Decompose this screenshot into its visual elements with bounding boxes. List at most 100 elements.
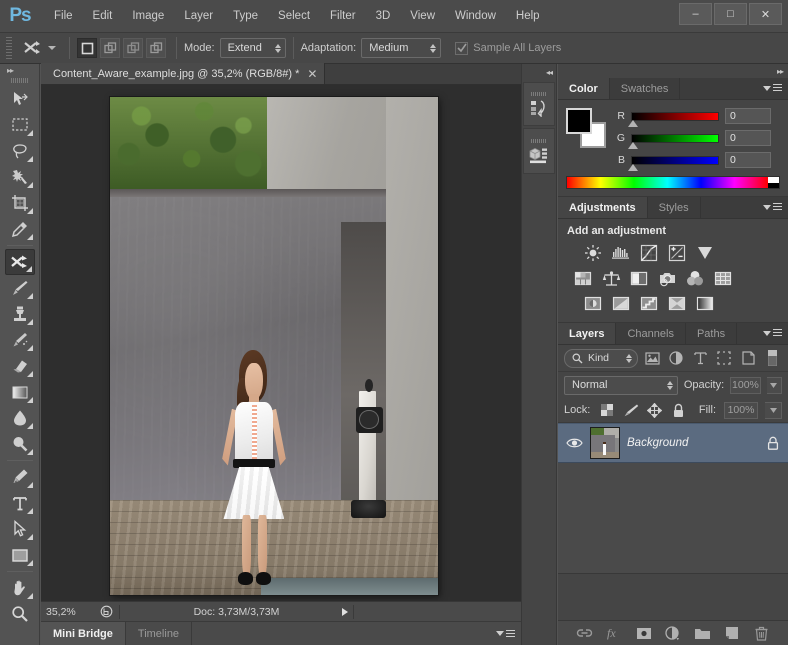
rectangle-tool[interactable] (5, 542, 35, 568)
menu-window[interactable]: Window (445, 6, 506, 26)
content-aware-move-tool-icon[interactable] (20, 36, 46, 60)
blue-slider[interactable] (628, 155, 719, 171)
tools-collapse-button[interactable]: ▸▸ (0, 64, 39, 76)
blue-value-field[interactable]: 0 (725, 152, 771, 168)
curves-icon[interactable] (639, 243, 659, 263)
opacity-dropdown-button[interactable] (766, 376, 782, 394)
layer-filter-toggle[interactable] (762, 349, 782, 368)
slider-thumb[interactable] (628, 119, 638, 127)
new-layer-icon[interactable] (722, 623, 742, 643)
hue-ramp[interactable] (567, 177, 768, 188)
blend-mode-select[interactable]: Normal (564, 375, 678, 395)
photo-filter-icon[interactable] (657, 268, 677, 288)
posterize-icon[interactable] (611, 293, 631, 313)
threshold-icon[interactable] (639, 293, 659, 313)
layer-style-fx-icon[interactable]: fx (604, 623, 624, 643)
menu-filter[interactable]: Filter (320, 6, 366, 26)
menu-edit[interactable]: Edit (83, 6, 123, 26)
path-selection-tool[interactable] (5, 516, 35, 542)
eraser-tool[interactable] (5, 353, 35, 379)
zoom-tool[interactable] (5, 601, 35, 627)
color-spectrum-ramp[interactable] (566, 176, 780, 189)
tab-mini-bridge[interactable]: Mini Bridge (41, 621, 126, 645)
mode-select[interactable]: Extend (219, 38, 286, 58)
eyedropper-tool[interactable] (5, 216, 35, 242)
adjustments-panel-menu-button[interactable] (763, 203, 782, 211)
green-slider[interactable] (628, 133, 719, 149)
close-button[interactable]: ✕ (749, 3, 782, 25)
lock-image-pixels-icon[interactable] (622, 402, 639, 419)
menu-type[interactable]: Type (223, 6, 268, 26)
layer-filter-kind-select[interactable]: Kind (564, 348, 638, 368)
filter-adjustment-icon[interactable] (666, 349, 686, 368)
fill-dropdown-button[interactable] (765, 401, 782, 419)
move-tool[interactable] (5, 86, 35, 112)
add-to-selection-button[interactable] (100, 38, 120, 58)
layer-list[interactable]: Background (558, 423, 788, 573)
subtract-from-selection-button[interactable] (123, 38, 143, 58)
new-selection-button[interactable] (77, 38, 97, 58)
filter-smart-object-icon[interactable] (738, 349, 758, 368)
foreground-color-swatch[interactable] (566, 108, 592, 134)
color-balance-icon[interactable] (601, 268, 621, 288)
history-panel-button[interactable] (523, 82, 555, 126)
gradient-map-icon[interactable] (695, 293, 715, 313)
crop-tool[interactable] (5, 190, 35, 216)
zoom-level-field[interactable]: 35,2% (41, 606, 93, 618)
clone-stamp-tool[interactable] (5, 301, 35, 327)
color-lookup-icon[interactable] (713, 268, 733, 288)
hand-tool[interactable] (5, 575, 35, 601)
link-layers-icon[interactable] (575, 623, 595, 643)
delete-layer-icon[interactable] (751, 623, 771, 643)
opacity-value-field[interactable]: 100% (730, 376, 761, 394)
vibrance-icon[interactable] (695, 243, 715, 263)
levels-icon[interactable] (611, 243, 631, 263)
lock-all-icon[interactable] (670, 402, 687, 419)
lock-position-icon[interactable] (646, 402, 663, 419)
mini-dock-collapse-button[interactable]: ◂◂ (522, 64, 556, 80)
layer-thumbnail[interactable] (590, 427, 620, 459)
black-white-icon[interactable] (629, 268, 649, 288)
white-black-swatches[interactable] (768, 177, 779, 188)
red-value-field[interactable]: 0 (725, 108, 771, 124)
lock-transparent-pixels-icon[interactable] (598, 402, 615, 419)
pen-tool[interactable] (5, 464, 35, 490)
document-tab[interactable]: Content_Aware_example.jpg @ 35,2% (RGB/8… (41, 63, 326, 84)
color-panel-menu-button[interactable] (763, 84, 782, 92)
menu-layer[interactable]: Layer (174, 6, 223, 26)
menu-image[interactable]: Image (122, 6, 174, 26)
hue-saturation-icon[interactable] (573, 268, 593, 288)
options-bar-grip[interactable] (6, 37, 12, 59)
brush-tool[interactable] (5, 275, 35, 301)
type-tool[interactable] (5, 490, 35, 516)
add-layer-mask-icon[interactable] (634, 623, 654, 643)
sample-all-layers-checkbox[interactable] (455, 41, 469, 55)
slider-thumb[interactable] (628, 163, 638, 171)
tab-paths[interactable]: Paths (686, 323, 738, 344)
menu-file[interactable]: File (44, 6, 83, 26)
document-thumb-icon[interactable] (93, 605, 119, 618)
selective-color-icon[interactable] (667, 293, 687, 313)
slider-thumb[interactable] (628, 141, 638, 149)
tab-styles[interactable]: Styles (648, 197, 701, 218)
history-brush-tool[interactable] (5, 327, 35, 353)
dock-collapse-button[interactable]: ▸▸ (558, 64, 788, 78)
rectangular-marquee-tool[interactable] (5, 112, 35, 138)
tab-timeline[interactable]: Timeline (126, 621, 193, 645)
dodge-tool[interactable] (5, 431, 35, 457)
tab-channels[interactable]: Channels (616, 323, 686, 344)
invert-icon[interactable] (583, 293, 603, 313)
minimize-button[interactable]: – (679, 3, 712, 25)
layer-name[interactable]: Background (627, 437, 758, 449)
bottom-panel-menu-button[interactable] (496, 629, 515, 638)
menu-3d[interactable]: 3D (366, 6, 401, 26)
brightness-contrast-icon[interactable] (583, 243, 603, 263)
menu-select[interactable]: Select (268, 6, 320, 26)
channel-mixer-icon[interactable] (685, 268, 705, 288)
menu-help[interactable]: Help (506, 6, 550, 26)
adaptation-select[interactable]: Medium (361, 38, 442, 58)
tab-color[interactable]: Color (558, 78, 610, 99)
intersect-with-selection-button[interactable] (146, 38, 166, 58)
status-menu-arrow-icon[interactable] (342, 607, 348, 616)
lasso-tool[interactable] (5, 138, 35, 164)
